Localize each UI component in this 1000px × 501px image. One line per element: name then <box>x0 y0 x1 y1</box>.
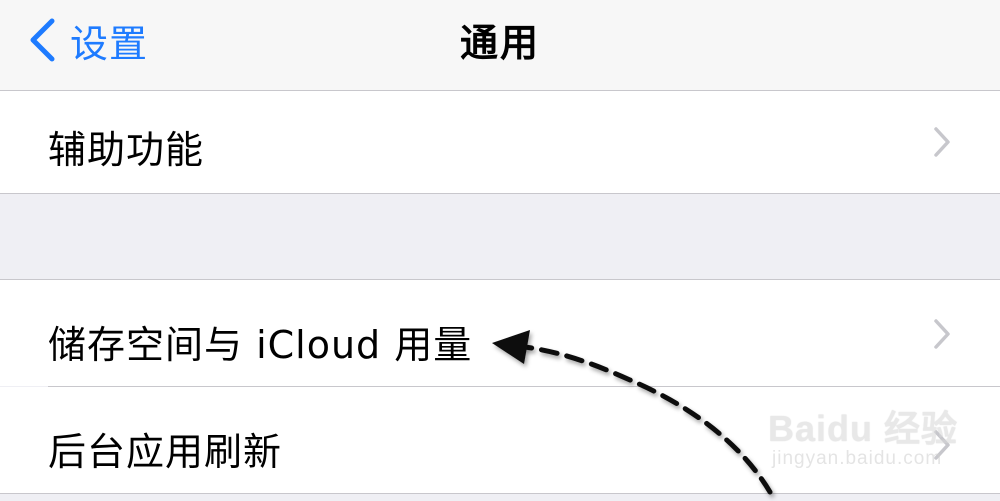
chevron-right-icon <box>934 127 950 157</box>
cell-storage-icloud-usage[interactable]: 储存空间与 iCloud 用量 <box>0 280 1000 386</box>
cell-label: 辅助功能 <box>48 128 205 172</box>
section-separator <box>0 493 1000 494</box>
section-separator <box>0 193 1000 194</box>
watermark-logo: Baidu 经验 <box>768 408 959 449</box>
watermark-url: jingyan.baidu.com <box>772 448 943 469</box>
cell-label: 后台应用刷新 <box>48 430 283 474</box>
chevron-right-icon <box>934 319 950 349</box>
cell-accessibility[interactable]: 辅助功能 <box>0 91 1000 193</box>
page-title: 通用 <box>459 21 540 65</box>
baidu-jingyan-watermark: Baidu 经验 jingyan.baidu.com <box>760 392 960 487</box>
navigation-bar: 设置 通用 <box>0 0 1000 91</box>
general-settings-screen: 设置 通用 辅助功能 储存空间与 iCloud 用量 后台应用刷新 Baidu … <box>0 0 1000 501</box>
cell-label: 储存空间与 iCloud 用量 <box>48 323 473 367</box>
